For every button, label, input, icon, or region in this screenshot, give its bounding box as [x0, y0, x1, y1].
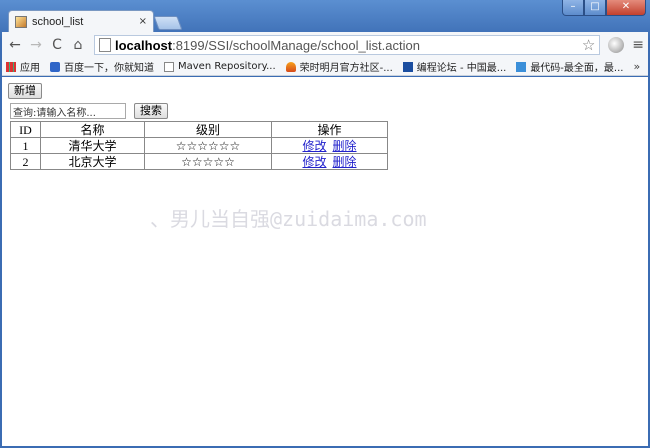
bookmark-baidu[interactable]: 百度一下，你就知道: [50, 59, 154, 74]
browser-tab[interactable]: school_list ×: [8, 10, 154, 32]
apps-icon: [6, 61, 16, 72]
edit-link[interactable]: 修改: [302, 155, 326, 169]
watermark-text: 、男儿当自强@zuidaima.com: [150, 207, 427, 231]
table-row: 1 清华大学 ☆☆☆☆☆☆ 修改 删除: [10, 137, 388, 154]
bookmark-label: 应用: [20, 63, 40, 74]
bookmark-label: 编程论坛 - 中国最...: [416, 63, 507, 74]
bookmark-label: 最代码-最全面，最...: [530, 63, 624, 74]
delete-link[interactable]: 删除: [333, 155, 357, 169]
cell-level: ☆☆☆☆☆: [144, 153, 272, 170]
maximize-button[interactable]: □: [584, 0, 606, 16]
bookmark-label: 百度一下，你就知道: [64, 63, 154, 74]
home-icon[interactable]: ⌂: [69, 36, 87, 54]
browser-toolbar: ← → C ⌂ localhost:8199/SSI/schoolManage/…: [2, 32, 648, 58]
cell-id: 2: [10, 153, 41, 170]
search-input[interactable]: [10, 103, 126, 119]
table-row: 2 北京大学 ☆☆☆☆☆ 修改 删除: [10, 153, 388, 170]
new-tab-button[interactable]: [153, 16, 183, 30]
bookmark-forum[interactable]: 编程论坛 - 中国最...: [402, 59, 507, 74]
extension-icon[interactable]: [608, 37, 625, 53]
bookmark-apps[interactable]: 应用: [6, 59, 40, 74]
tab-favicon-icon: [15, 15, 27, 28]
search-button[interactable]: 搜索: [134, 103, 168, 119]
page-icon: [99, 38, 111, 52]
page-content: 新增 搜索 ID 名称 级别 操作 1 清华大学 ☆☆☆☆☆☆ 修改删除 2 北…: [2, 77, 648, 446]
cell-ops: 修改 删除: [271, 153, 388, 170]
bookmark-community[interactable]: 荣时明月官方社区-...: [285, 59, 393, 74]
forward-arrow-icon[interactable]: →: [27, 36, 45, 54]
cell-name: 北京大学: [40, 153, 145, 170]
flame-icon: [285, 61, 296, 72]
close-window-button[interactable]: ✕: [606, 0, 646, 16]
browser-window: – □ ✕ school_list × ← → C ⌂ localhost:81…: [0, 0, 650, 448]
baidu-paw-icon: [50, 61, 60, 72]
bookmark-maven[interactable]: Maven Repository...: [164, 61, 276, 72]
header-name: 名称: [40, 121, 145, 138]
cell-name: 清华大学: [40, 137, 145, 154]
bookmark-zuidaima[interactable]: 最代码-最全面，最...: [516, 59, 623, 74]
school-table: ID 名称 级别 操作 1 清华大学 ☆☆☆☆☆☆ 修改 删除 2 北京大学 ☆☆…: [10, 121, 388, 170]
header-level: 级别: [144, 121, 272, 138]
bookmark-label: 荣时明月官方社区-...: [299, 63, 393, 74]
address-bar[interactable]: localhost:8199/SSI/schoolManage/school_l…: [94, 35, 601, 55]
window-controls: – □ ✕: [562, 0, 646, 16]
url-host: localhost: [115, 37, 173, 53]
back-arrow-icon[interactable]: ←: [6, 36, 24, 54]
add-button[interactable]: 新增: [8, 83, 42, 99]
cell-ops: 修改 删除: [271, 137, 388, 154]
bookmarks-bar: 应用 百度一下，你就知道 Maven Repository... 荣时明月官方社…: [2, 58, 648, 76]
tab-close-icon[interactable]: ×: [139, 16, 147, 27]
url-path: :8199/SSI/schoolManage/school_list.actio…: [172, 37, 420, 53]
delete-link[interactable]: 删除: [333, 139, 357, 153]
zuidaima-icon: [516, 61, 527, 72]
table-header-row: ID 名称 级别 操作: [10, 121, 388, 138]
cell-id: 1: [10, 137, 41, 154]
menu-icon[interactable]: ≡: [632, 37, 644, 53]
header-id: ID: [10, 121, 41, 138]
reload-icon[interactable]: C: [48, 36, 66, 54]
code-icon: [402, 61, 413, 72]
page-icon: [164, 61, 174, 72]
bookmark-label: Maven Repository...: [178, 61, 276, 72]
bookmarks-more-icon[interactable]: »: [633, 60, 640, 73]
cell-level: ☆☆☆☆☆☆: [144, 137, 272, 154]
edit-link[interactable]: 修改: [302, 139, 326, 153]
bookmark-star-icon[interactable]: ☆: [582, 36, 595, 54]
address-url[interactable]: localhost:8199/SSI/schoolManage/school_l…: [115, 38, 582, 53]
header-ops: 操作: [271, 121, 388, 138]
tab-title: school_list: [32, 15, 84, 28]
minimize-button[interactable]: –: [562, 0, 584, 16]
